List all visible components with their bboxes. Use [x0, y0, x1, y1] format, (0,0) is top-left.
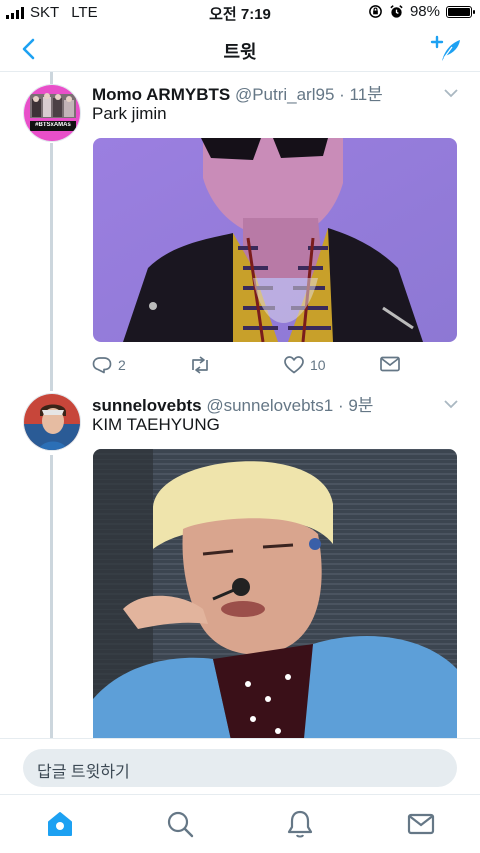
envelope-icon	[380, 356, 400, 372]
battery-percent: 98%	[409, 3, 440, 20]
page-title: 트윗	[223, 42, 257, 62]
tweet-timestamp: · 9분	[337, 396, 374, 415]
battery-icon	[446, 5, 475, 18]
like-count: 10	[310, 357, 326, 373]
navigation-bar: 트윗	[0, 26, 480, 72]
home-icon[interactable]	[45, 809, 75, 839]
tweet-header: sunnelovebts @sunnelovebts1 · 9분	[92, 391, 373, 416]
messages-icon[interactable]	[406, 809, 436, 839]
tweet-thread: #BTSxAMAs Momo ARMYBTS @Putri_arl95 · 11…	[0, 72, 480, 738]
avatar-badge-text: #BTSxAMAs	[35, 122, 71, 128]
avatar[interactable]: #BTSxAMAs	[23, 84, 81, 142]
display-name[interactable]: sunnelovebts	[92, 396, 202, 415]
tweet-header: Momo ARMYBTS @Putri_arl95 · 11분	[92, 80, 383, 105]
tweet-timestamp: · 11분	[339, 85, 383, 104]
like-button[interactable]: 10	[284, 356, 326, 374]
search-icon[interactable]	[165, 809, 195, 839]
retweet-button[interactable]	[188, 356, 218, 374]
tab-bar	[0, 794, 480, 853]
reply-input[interactable]: 답글 트윗하기	[23, 749, 457, 787]
chevron-down-icon[interactable]	[444, 88, 458, 98]
reply-bar: 답글 트윗하기	[0, 738, 480, 794]
tweet-actions: 2 10	[92, 356, 462, 378]
retweet-icon	[192, 356, 208, 374]
display-name[interactable]: Momo ARMYBTS	[92, 85, 230, 104]
tweet-image[interactable]	[93, 138, 457, 342]
heart-icon	[284, 356, 304, 374]
username[interactable]: @sunnelovebts1	[206, 396, 333, 415]
reply-count: 2	[118, 357, 126, 373]
notifications-icon[interactable]	[285, 809, 315, 839]
chevron-down-icon[interactable]	[444, 399, 458, 409]
reply-icon	[92, 357, 112, 374]
compose-tweet-icon[interactable]	[430, 34, 462, 64]
status-bar: SKT LTE 오전 7:19 98%	[0, 0, 480, 26]
alarm-icon	[390, 5, 403, 18]
tweet[interactable]: #BTSxAMAs Momo ARMYBTS @Putri_arl95 · 11…	[0, 80, 480, 380]
username[interactable]: @Putri_arl95	[235, 85, 334, 104]
reply-button[interactable]: 2	[92, 356, 126, 374]
tweet-image[interactable]	[93, 449, 457, 738]
avatar[interactable]	[23, 393, 81, 451]
tweet-text: KIM TAEHYUNG	[92, 415, 220, 434]
direct-message-button[interactable]	[380, 356, 400, 372]
orientation-lock-icon	[369, 5, 382, 18]
tweet-text: Park jimin	[92, 104, 167, 123]
tweet[interactable]: sunnelovebts @sunnelovebts1 · 9분 KIM TAE…	[0, 391, 480, 738]
status-right: 98%	[368, 3, 475, 20]
